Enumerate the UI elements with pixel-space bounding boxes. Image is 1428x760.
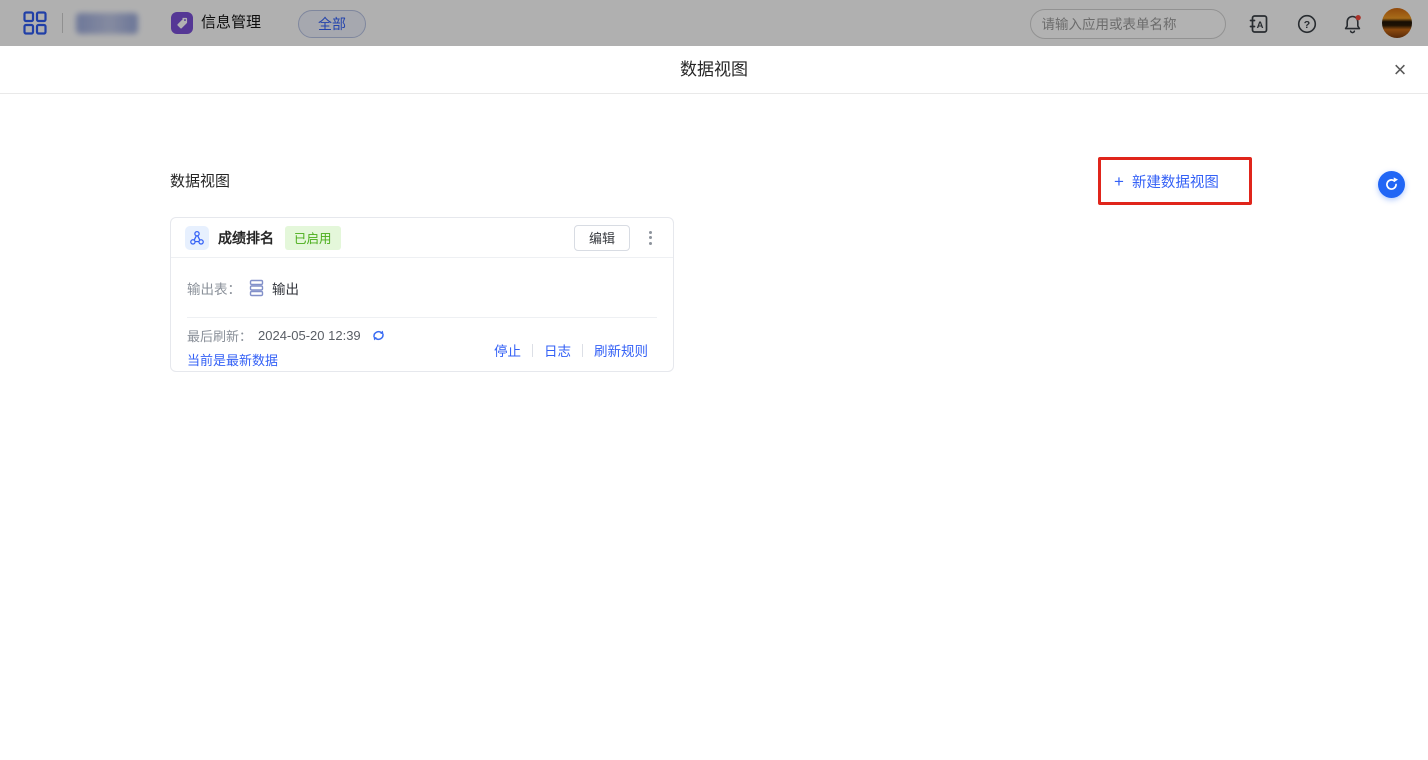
- refresh-page-button[interactable]: [1378, 171, 1405, 198]
- tag-icon: [175, 16, 189, 30]
- last-refresh-time: 2024-05-20 12:39: [258, 328, 361, 343]
- output-table-icon: [248, 279, 265, 297]
- modal-content: 数据视图 + 新建数据视图: [0, 94, 1428, 759]
- cluster-glyph: [189, 230, 205, 246]
- help-glyph: ?: [1296, 13, 1318, 35]
- data-view-name: 成绩排名: [218, 228, 274, 248]
- filter-pill-all[interactable]: 全部: [298, 10, 366, 38]
- app-tag-icon: [171, 12, 193, 34]
- card-actions: 停止 日志 刷新规则: [483, 340, 659, 360]
- grid-icon: [22, 10, 48, 36]
- new-data-view-button[interactable]: + 新建数据视图: [1106, 164, 1227, 198]
- stop-action[interactable]: 停止: [483, 340, 532, 360]
- address-book-icon[interactable]: A: [1247, 12, 1271, 36]
- workspace-logo-blurred: [76, 13, 138, 34]
- output-table-row: 输出表： 输出: [171, 258, 673, 317]
- notifications-bell-icon[interactable]: [1340, 12, 1364, 36]
- close-icon[interactable]: ×: [1387, 57, 1413, 83]
- refresh-icon[interactable]: [371, 328, 386, 343]
- address-book-glyph: A: [1248, 13, 1270, 35]
- page: 信息管理 全部 A ?: [0, 0, 1428, 760]
- latest-data-link[interactable]: 当前是最新数据: [187, 350, 278, 369]
- app-name-label: 信息管理: [201, 0, 261, 46]
- global-search: [1030, 9, 1226, 39]
- log-action[interactable]: 日志: [533, 340, 582, 360]
- modal-header: 数据视图 ×: [0, 46, 1428, 94]
- search-input[interactable]: [1042, 17, 1219, 32]
- card-header: 成绩排名 已启用 编辑: [171, 218, 673, 258]
- bell-glyph: [1341, 13, 1364, 36]
- topbar: 信息管理 全部 A ?: [0, 0, 1428, 46]
- refresh-fab-icon: [1382, 175, 1401, 194]
- data-view-card: 成绩排名 已启用 编辑 输出表： 输出: [170, 217, 674, 372]
- status-badge-enabled: 已启用: [285, 226, 341, 250]
- section-title: 数据视图: [170, 170, 230, 191]
- svg-text:?: ?: [1304, 19, 1310, 31]
- output-table-value[interactable]: 输出: [272, 278, 299, 298]
- output-table-label: 输出表：: [187, 278, 241, 298]
- data-view-modal: 数据视图 × 数据视图 + 新建数据视图: [0, 46, 1428, 760]
- apps-grid-icon[interactable]: [22, 10, 48, 36]
- svg-text:A: A: [1257, 20, 1264, 31]
- plus-icon: +: [1114, 173, 1124, 190]
- help-icon[interactable]: ?: [1295, 12, 1319, 36]
- card-footer: 最后刷新： 2024-05-20 12:39 当前是最新数据 停止: [171, 318, 673, 370]
- topbar-divider: [62, 13, 63, 33]
- new-data-view-label: 新建数据视图: [1132, 171, 1219, 192]
- modal-title: 数据视图: [0, 46, 1428, 94]
- last-refresh-label: 最后刷新：: [187, 326, 252, 345]
- refresh-rule-action[interactable]: 刷新规则: [583, 340, 659, 360]
- edit-button[interactable]: 编辑: [574, 225, 630, 251]
- more-menu-icon[interactable]: [641, 225, 659, 251]
- user-avatar[interactable]: [1382, 8, 1412, 38]
- data-view-icon: [185, 226, 209, 250]
